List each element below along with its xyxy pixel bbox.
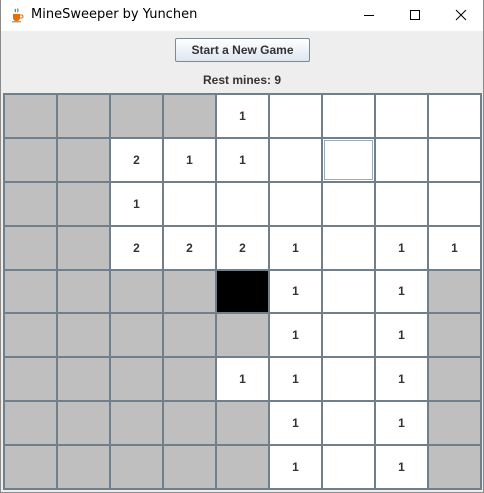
- number-cell[interactable]: 1: [375, 357, 428, 402]
- empty-cell[interactable]: [322, 357, 375, 402]
- close-icon: [455, 6, 467, 25]
- number-cell[interactable]: 1: [375, 225, 428, 270]
- number-cell[interactable]: 2: [216, 225, 269, 270]
- empty-cell[interactable]: [322, 313, 375, 358]
- number-cell[interactable]: 1: [216, 137, 269, 182]
- number-cell[interactable]: 1: [375, 445, 428, 489]
- empty-cell[interactable]: [269, 137, 322, 182]
- hidden-cell[interactable]: [428, 357, 481, 402]
- maximize-icon: [409, 6, 421, 25]
- hidden-cell[interactable]: [163, 269, 216, 314]
- java-cup-icon: [9, 7, 25, 23]
- number-cell[interactable]: 2: [110, 137, 163, 182]
- maximize-button[interactable]: [392, 0, 438, 31]
- mine-cell[interactable]: [216, 269, 269, 314]
- hidden-cell[interactable]: [57, 313, 110, 358]
- number-cell[interactable]: 1: [269, 313, 322, 358]
- hidden-cell[interactable]: [57, 94, 110, 138]
- hidden-cell[interactable]: [4, 94, 57, 138]
- minimize-button[interactable]: [346, 0, 392, 31]
- hidden-cell[interactable]: [216, 313, 269, 358]
- empty-cell[interactable]: [428, 137, 481, 182]
- number-cell[interactable]: 1: [216, 357, 269, 402]
- empty-cell[interactable]: [375, 94, 428, 138]
- hidden-cell[interactable]: [4, 313, 57, 358]
- hidden-cell[interactable]: [110, 94, 163, 138]
- number-cell[interactable]: 1: [375, 401, 428, 446]
- hidden-cell[interactable]: [110, 269, 163, 314]
- hidden-cell[interactable]: [4, 225, 57, 270]
- hidden-cell[interactable]: [163, 94, 216, 138]
- number-cell[interactable]: 2: [110, 225, 163, 270]
- hidden-cell[interactable]: [110, 401, 163, 446]
- number-cell[interactable]: 1: [269, 445, 322, 489]
- empty-cell[interactable]: [322, 269, 375, 314]
- hidden-cell[interactable]: [216, 445, 269, 489]
- window-title: MineSweeper by Yunchen: [31, 7, 198, 22]
- number-cell[interactable]: 1: [110, 181, 163, 226]
- hidden-cell[interactable]: [4, 137, 57, 182]
- hidden-cell[interactable]: [163, 357, 216, 402]
- minimize-icon: [363, 6, 375, 25]
- new-game-button[interactable]: Start a New Game: [175, 38, 310, 62]
- number-cell[interactable]: 1: [375, 269, 428, 314]
- empty-cell[interactable]: [216, 181, 269, 226]
- hidden-cell[interactable]: [110, 313, 163, 358]
- hidden-cell[interactable]: [57, 445, 110, 489]
- hidden-cell[interactable]: [57, 269, 110, 314]
- minefield-grid: 1211122211111111111111: [3, 93, 482, 490]
- hidden-cell[interactable]: [57, 357, 110, 402]
- hidden-cell[interactable]: [216, 401, 269, 446]
- empty-cell[interactable]: [428, 181, 481, 226]
- hidden-cell[interactable]: [57, 181, 110, 226]
- empty-cell[interactable]: [269, 181, 322, 226]
- hidden-cell[interactable]: [4, 181, 57, 226]
- hidden-cell[interactable]: [4, 269, 57, 314]
- hidden-cell[interactable]: [57, 401, 110, 446]
- hidden-cell[interactable]: [4, 357, 57, 402]
- empty-cell[interactable]: [322, 225, 375, 270]
- hidden-cell[interactable]: [110, 445, 163, 489]
- number-cell[interactable]: 2: [163, 225, 216, 270]
- hidden-cell[interactable]: [163, 445, 216, 489]
- empty-cell[interactable]: [322, 94, 375, 138]
- number-cell[interactable]: 1: [269, 357, 322, 402]
- hidden-cell[interactable]: [4, 401, 57, 446]
- empty-cell[interactable]: [269, 94, 322, 138]
- close-button[interactable]: [438, 0, 484, 31]
- number-cell[interactable]: 1: [269, 225, 322, 270]
- empty-cell[interactable]: [375, 181, 428, 226]
- hidden-cell[interactable]: [163, 401, 216, 446]
- number-cell[interactable]: 1: [428, 225, 481, 270]
- number-cell[interactable]: 1: [269, 401, 322, 446]
- hidden-cell[interactable]: [57, 137, 110, 182]
- number-cell[interactable]: 1: [269, 269, 322, 314]
- hidden-cell[interactable]: [428, 313, 481, 358]
- hidden-cell[interactable]: [428, 401, 481, 446]
- number-cell[interactable]: 1: [163, 137, 216, 182]
- empty-cell[interactable]: [322, 181, 375, 226]
- minesweeper-window: MineSweeper by Yunchen Start a New Game …: [0, 0, 484, 493]
- empty-cell[interactable]: [428, 94, 481, 138]
- empty-cell[interactable]: [322, 401, 375, 446]
- number-cell[interactable]: 1: [216, 94, 269, 138]
- hidden-cell[interactable]: [57, 225, 110, 270]
- number-cell[interactable]: 1: [375, 313, 428, 358]
- title-bar[interactable]: MineSweeper by Yunchen: [1, 0, 483, 31]
- empty-cell[interactable]: [322, 445, 375, 489]
- rest-mines-counter: Rest mines: 9: [202, 73, 282, 87]
- hidden-cell[interactable]: [428, 269, 481, 314]
- empty-cell[interactable]: [322, 137, 375, 182]
- empty-cell[interactable]: [375, 137, 428, 182]
- hidden-cell[interactable]: [4, 445, 57, 489]
- hidden-cell[interactable]: [428, 445, 481, 489]
- hidden-cell[interactable]: [163, 313, 216, 358]
- empty-cell[interactable]: [163, 181, 216, 226]
- hidden-cell[interactable]: [110, 357, 163, 402]
